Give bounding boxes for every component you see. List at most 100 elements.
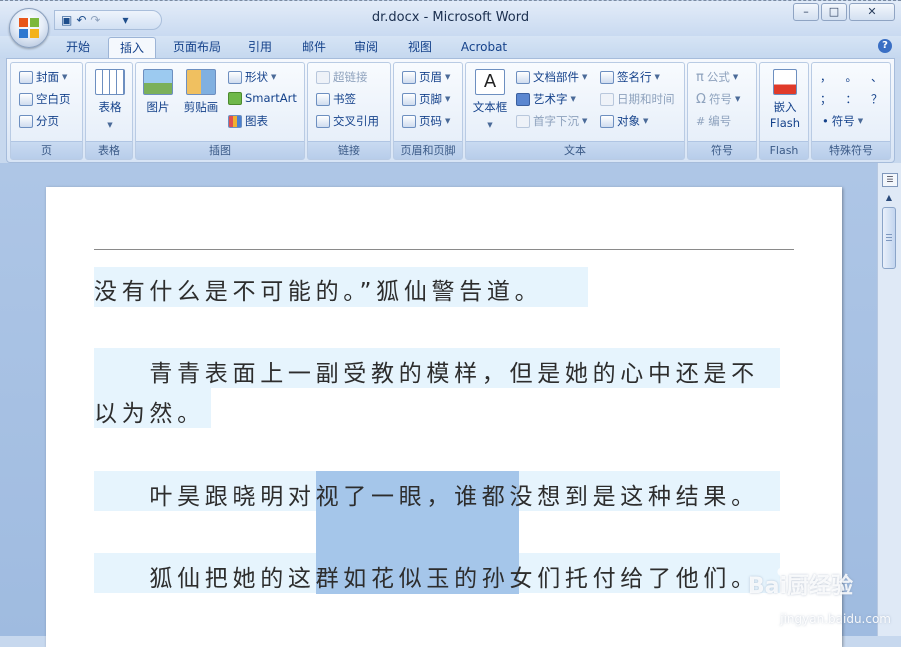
page-break-icon xyxy=(19,114,33,128)
question-glyph[interactable]: ？ xyxy=(871,91,883,107)
smartart-button[interactable]: SmartArt xyxy=(228,91,297,105)
clipart-icon xyxy=(186,69,216,95)
maximize-button[interactable]: □ xyxy=(821,3,847,21)
number-icon: # xyxy=(696,114,706,128)
group-label-flash: Flash xyxy=(760,141,808,159)
view-ruler-icon[interactable]: ☰ xyxy=(882,173,898,187)
clipart-button[interactable]: 剪贴画 xyxy=(178,69,224,115)
window-controls: – □ ✕ xyxy=(793,3,895,21)
chart-button[interactable]: 图表 xyxy=(228,113,268,129)
special-glyph-row-1: ， 。 、 xyxy=(820,69,883,85)
drop-cap-button[interactable]: 首字下沉 ▼ xyxy=(516,113,587,129)
footer-icon xyxy=(402,92,416,106)
group-label-table: 表格 xyxy=(86,141,132,159)
page-break-button[interactable]: 分页 xyxy=(19,113,59,129)
scroll-thumb[interactable] xyxy=(882,207,896,269)
special-symbol-button[interactable]: • 符号 ▼ xyxy=(822,113,863,129)
scroll-up-icon[interactable]: ▲ xyxy=(882,193,896,205)
tab-references[interactable]: 引用 xyxy=(240,37,280,58)
bookmark-button[interactable]: 书签 xyxy=(316,91,356,107)
table-button[interactable]: 表格 ▼ xyxy=(86,69,134,133)
picture-button[interactable]: 图片 xyxy=(140,69,176,115)
title-bar: ▣ ↶ ↷ ▾ dr.docx - Microsoft Word – □ ✕ xyxy=(0,0,901,36)
signature-line-button[interactable]: 签名行 ▼ xyxy=(600,69,660,85)
chart-icon xyxy=(228,114,242,128)
watermark-url: jingyan.baidu.com xyxy=(780,612,891,626)
tab-mailings[interactable]: 邮件 xyxy=(294,37,334,58)
textbox-button[interactable]: A 文本框 ▼ xyxy=(468,69,512,133)
special-glyph-row-2: ； ： ？ xyxy=(820,91,883,107)
picture-icon xyxy=(143,69,173,95)
document-page[interactable]: 没有什么是不可能的。”狐仙警告道。 青青表面上一副受教的模样，但是她的心中还是不… xyxy=(46,187,842,647)
group-label-illustrations: 插图 xyxy=(136,141,304,159)
group-pages: 封面 ▼ 空白页 分页 页 xyxy=(10,62,83,160)
group-header-footer: 页眉 ▼ 页脚 ▼ 页码 ▼ 页眉和页脚 xyxy=(393,62,463,160)
group-links: 超链接 书签 交叉引用 链接 xyxy=(307,62,391,160)
tab-review[interactable]: 审阅 xyxy=(346,37,386,58)
cross-reference-icon xyxy=(316,114,330,128)
vertical-scrollbar[interactable]: ☰ ▲ xyxy=(877,163,901,636)
wordart-button[interactable]: 艺术字 ▼ xyxy=(516,91,576,107)
text-line: 叶昊跟晓明对视了一眼，谁都没想到是这种结果。 xyxy=(94,484,759,510)
bookmark-icon xyxy=(316,92,330,106)
window-title: dr.docx - Microsoft Word xyxy=(371,10,530,25)
tab-insert[interactable]: 插入 xyxy=(108,37,156,59)
quick-parts-icon xyxy=(516,70,530,84)
header-button[interactable]: 页眉 ▼ xyxy=(402,69,450,85)
cover-page-button[interactable]: 封面 ▼ xyxy=(19,69,67,85)
group-symbols: π 公式 ▼ Ω 符号 ▼ # 编号 符号 xyxy=(687,62,757,160)
tab-home[interactable]: 开始 xyxy=(58,37,98,58)
tab-view[interactable]: 视图 xyxy=(400,37,440,58)
help-icon[interactable]: ? xyxy=(878,39,892,53)
page-number-button[interactable]: 页码 ▼ xyxy=(402,113,450,129)
minimize-button[interactable]: – xyxy=(793,3,819,21)
enum-comma-glyph[interactable]: 、 xyxy=(871,69,883,85)
cover-page-icon xyxy=(19,70,33,84)
header-icon xyxy=(402,70,416,84)
group-label-header-footer: 页眉和页脚 xyxy=(394,141,462,159)
close-button[interactable]: ✕ xyxy=(849,3,895,21)
tab-acrobat[interactable]: Acrobat xyxy=(452,37,516,58)
smartart-icon xyxy=(228,91,242,105)
textbox-icon: A xyxy=(475,69,505,95)
cross-reference-button[interactable]: 交叉引用 xyxy=(316,113,379,129)
text-line: 狐仙把她的这群如花似玉的孙女们托付给了他们。 xyxy=(94,566,759,592)
period-glyph[interactable]: 。 xyxy=(846,69,858,85)
object-icon xyxy=(600,114,614,128)
shapes-icon xyxy=(228,70,242,84)
bullet-icon: • xyxy=(822,114,829,128)
group-table: 表格 ▼ 表格 xyxy=(85,62,133,160)
colon-glyph[interactable]: ： xyxy=(846,91,858,107)
header-rule xyxy=(94,249,794,250)
shapes-button[interactable]: 形状 ▼ xyxy=(228,69,276,85)
text-line: 以为然。 xyxy=(94,401,205,427)
equation-button[interactable]: π 公式 ▼ xyxy=(696,69,738,85)
date-time-button[interactable]: 日期和时间 xyxy=(600,91,675,107)
office-button[interactable] xyxy=(9,8,49,48)
semicolon-glyph[interactable]: ； xyxy=(820,91,832,107)
embed-flash-button[interactable]: 嵌入 Flash xyxy=(760,69,810,131)
text-line: 没有什么是不可能的。”狐仙警告道。 xyxy=(94,279,543,305)
page-number-icon xyxy=(402,114,416,128)
hyperlink-button[interactable]: 超链接 xyxy=(316,69,368,85)
table-icon xyxy=(95,69,125,95)
wordart-icon xyxy=(516,92,530,106)
blank-page-button[interactable]: 空白页 xyxy=(19,91,71,107)
tab-page-layout[interactable]: 页面布局 xyxy=(166,37,228,58)
signature-line-icon xyxy=(600,70,614,84)
omega-icon: Ω xyxy=(696,91,706,107)
group-text: A 文本框 ▼ 文档部件 ▼ 艺术字 ▼ 首字下沉 ▼ 签名行 ▼ 日期和时间 对象 ▼ 文… xyxy=(465,62,685,160)
ribbon-tabs: 开始 插入 页面布局 引用 邮件 审阅 视图 Acrobat ? xyxy=(0,36,901,59)
group-label-special-symbols: 特殊符号 xyxy=(812,141,890,159)
group-label-links: 链接 xyxy=(308,141,390,159)
date-time-icon xyxy=(600,92,614,106)
text-line: 青青表面上一副受教的模样，但是她的心中还是不 xyxy=(94,361,759,387)
quick-parts-button[interactable]: 文档部件 ▼ xyxy=(516,69,587,85)
group-label-text: 文本 xyxy=(466,141,684,159)
symbol-button[interactable]: Ω 符号 ▼ xyxy=(696,91,740,107)
object-button[interactable]: 对象 ▼ xyxy=(600,113,648,129)
comma-glyph[interactable]: ， xyxy=(820,69,832,85)
group-label-symbols: 符号 xyxy=(688,141,756,159)
number-button[interactable]: # 编号 xyxy=(696,113,731,129)
footer-button[interactable]: 页脚 ▼ xyxy=(402,91,450,107)
